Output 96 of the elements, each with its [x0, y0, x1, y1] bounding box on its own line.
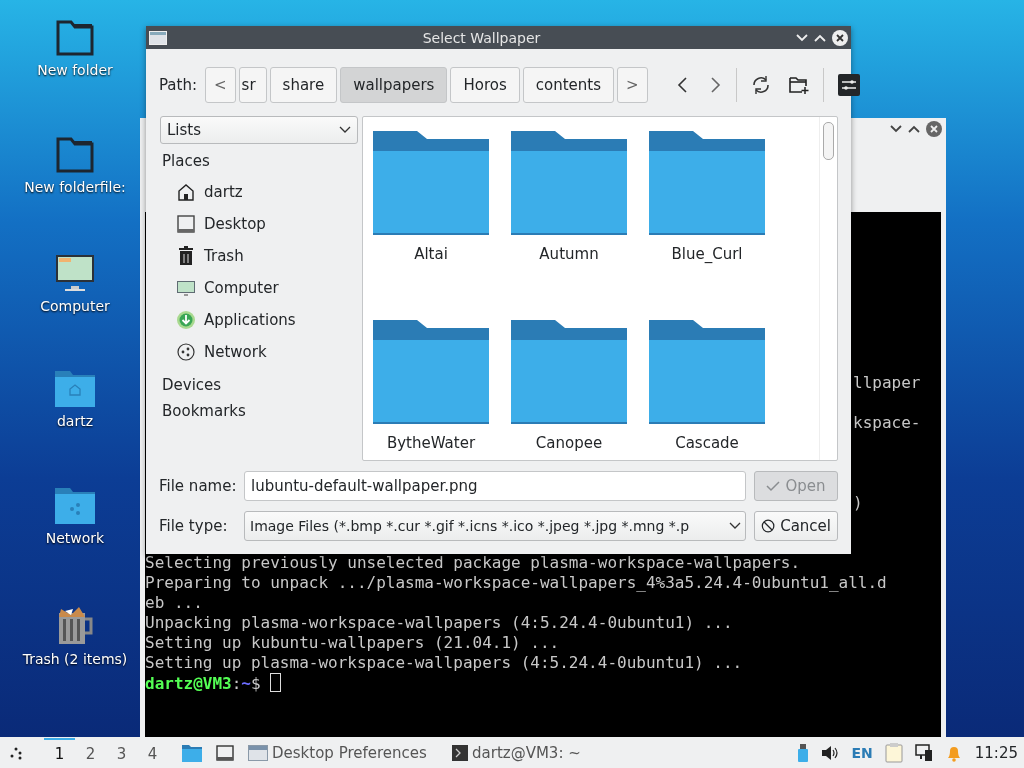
trash-icon	[176, 246, 196, 266]
file-name-label: File name:	[159, 477, 236, 495]
terminal-line: Setting up plasma-workspace-wallpapers (4:5.24.4-0ubuntu1) ...	[145, 653, 743, 672]
folder-icon[interactable]	[511, 131, 627, 235]
computer-icon	[176, 278, 196, 298]
desktop-switch-tab[interactable]: 3	[106, 737, 137, 768]
section-header[interactable]: Bookmarks	[162, 402, 358, 420]
terminal-line: Setting up kubuntu-wallpapers (21.04.1) ...	[145, 633, 560, 652]
folder-icon[interactable]	[511, 320, 627, 424]
folder-icon[interactable]	[56, 20, 94, 56]
clock[interactable]: 11:25	[974, 743, 1018, 762]
folder-name[interactable]: Canopee	[535, 434, 603, 452]
desktop-switch-tab[interactable]: 4	[137, 737, 168, 768]
desktop-icon-label[interactable]: dartz	[56, 413, 94, 429]
scroll-right-button[interactable]: >	[616, 67, 648, 103]
taskbar-task-button[interactable]: Desktop Preferences	[248, 743, 438, 762]
back-icon[interactable]	[675, 75, 690, 95]
section-header[interactable]: Places	[162, 152, 358, 170]
place-item[interactable]: Network	[204, 343, 267, 361]
folder-name[interactable]: Altai	[414, 245, 448, 263]
cancel-icon	[761, 518, 776, 534]
place-item[interactable]: Computer	[204, 279, 279, 297]
folder-icon[interactable]	[373, 320, 489, 424]
computer-icon[interactable]	[55, 254, 95, 292]
network-computer-icon[interactable]	[914, 743, 933, 762]
new-folder-icon[interactable]	[788, 75, 809, 95]
checkmark-icon	[766, 480, 781, 492]
taskbar-task-button[interactable]: dartz@VM3: ~	[452, 743, 642, 762]
volume-icon[interactable]	[821, 744, 840, 761]
refresh-icon[interactable]	[750, 75, 771, 95]
window-icon	[248, 744, 268, 761]
keyboard-layout-indicator[interactable]: EN	[851, 744, 873, 761]
download-icon	[176, 310, 196, 330]
close-icon[interactable]	[926, 121, 942, 137]
folder-name[interactable]: Blue_Curl	[671, 245, 743, 263]
folder-icon[interactable]	[56, 137, 94, 173]
desktop-icon-label[interactable]: Trash (2 items)	[22, 651, 128, 667]
terminal-icon	[452, 744, 468, 761]
network-icon	[176, 342, 196, 362]
breadcrumb-button[interactable]: share	[269, 67, 338, 103]
window-title: Select Wallpaper	[421, 29, 542, 46]
folder-name[interactable]: Cascade	[675, 434, 739, 452]
show-desktop-icon[interactable]	[216, 744, 234, 761]
desktop-icon-label[interactable]: Network	[45, 530, 105, 546]
breadcrumb-button[interactable]: contents	[522, 67, 614, 103]
home-icon	[176, 182, 196, 202]
minimize-icon[interactable]	[890, 125, 902, 133]
folder-name[interactable]: BytheWater	[386, 434, 476, 452]
place-item[interactable]: Trash	[204, 247, 244, 265]
terminal-line: kspace-	[853, 413, 921, 432]
desktop-icon-label[interactable]: New folderfile:	[24, 179, 126, 195]
prompt-separator: :	[231, 674, 242, 693]
place-item[interactable]: Desktop	[204, 215, 266, 233]
section-header[interactable]: Devices	[162, 376, 358, 394]
caret-icon	[729, 522, 741, 530]
options-icon[interactable]	[837, 74, 860, 96]
folder-name[interactable]: Autumn	[539, 245, 599, 263]
desktop-switch-tab[interactable]: 1	[44, 737, 75, 768]
prompt-path: ~	[241, 674, 251, 693]
folder-icon[interactable]	[182, 743, 202, 762]
desktop-switch-tab[interactable]: 2	[75, 737, 106, 768]
view-mode-dropdown[interactable]: Lists	[160, 116, 358, 144]
file-type-dropdown[interactable]: Image Files (*.bmp *.cur *.gif *.icns *.ico *.jpeg *.jpg *.mng *.p	[244, 511, 746, 541]
folder-icon[interactable]	[373, 131, 489, 235]
place-item[interactable]: Applications	[204, 311, 296, 329]
prompt-symbol: $	[251, 674, 261, 693]
text-cursor	[269, 673, 281, 692]
place-item[interactable]: dartz	[204, 183, 243, 201]
maximize-icon[interactable]	[908, 125, 920, 133]
usb-drive-icon[interactable]	[797, 743, 810, 762]
terminal-line: llpaper	[853, 373, 921, 392]
scrollbar[interactable]	[819, 117, 837, 460]
desktop-icon	[176, 214, 196, 234]
clipboard-icon[interactable]	[884, 742, 903, 763]
breadcrumb-button[interactable]: wallpapers	[340, 67, 448, 103]
terminal-line: )	[853, 493, 863, 512]
folder-icon[interactable]	[649, 131, 765, 235]
terminal-line: eb ...	[145, 593, 203, 612]
window-icon	[149, 30, 167, 45]
desktop-icon-label[interactable]: Computer	[40, 298, 110, 314]
prompt-user: dartz@VM3	[145, 674, 232, 693]
caret-icon	[339, 126, 351, 134]
breadcrumb-button[interactable]: sr	[238, 67, 267, 103]
terminal-line: Preparing to unpack .../plasma-workspace-wallpapers_4%3a5.24.4-0ubuntu1_all.d	[145, 573, 887, 592]
scroll-left-button[interactable]: <	[205, 67, 236, 103]
path-label: Path:	[159, 76, 197, 94]
cancel-button[interactable]: Cancel	[754, 511, 838, 541]
terminal-line: Unpacking plasma-workspace-wallpapers (4:5.24.4-0ubuntu1) ...	[145, 613, 733, 632]
folder-icon[interactable]	[649, 320, 765, 424]
file-type-label: File type:	[159, 517, 229, 535]
breadcrumb-button[interactable]: Horos	[450, 67, 520, 103]
close-icon[interactable]	[832, 29, 848, 46]
terminal-line: Selecting previously unselected package plasma-workspace-wallpapers.	[145, 553, 801, 572]
file-name-field[interactable]: lubuntu-default-wallpaper.png	[244, 471, 746, 501]
home-folder-icon[interactable]	[55, 371, 95, 407]
network-folder-icon[interactable]	[55, 488, 95, 524]
